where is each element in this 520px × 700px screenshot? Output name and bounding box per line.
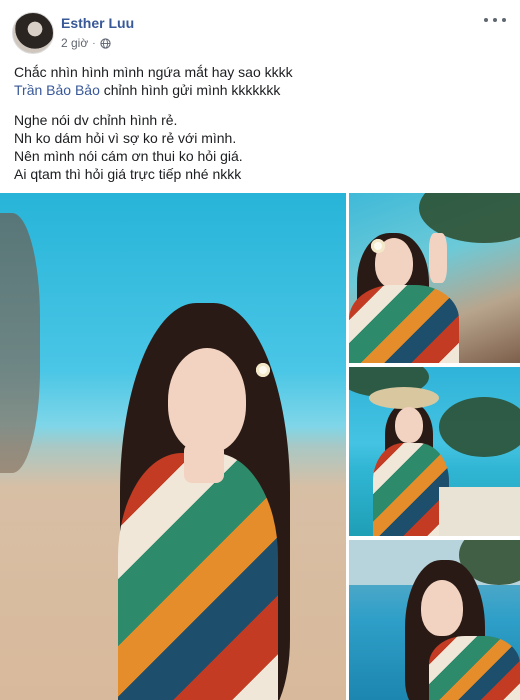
mention-link[interactable]: Trần Bảo Bảo [14, 82, 100, 98]
post-line: Nh ko dám hỏi vì sợ ko rẻ với mình. [14, 130, 237, 146]
photo-thumbnail[interactable] [349, 367, 520, 536]
photo-thumbnail[interactable] [349, 193, 520, 363]
meta-separator: · [92, 37, 96, 49]
photo-main[interactable] [0, 193, 346, 700]
post-line: Chắc nhìn hình mình ngứa mắt hay sao kkk… [14, 64, 293, 80]
author-avatar[interactable] [12, 12, 54, 54]
globe-icon[interactable] [99, 37, 111, 49]
post-line: Nên mình nói cám ơn thui ko hỏi giá. [14, 148, 243, 164]
post-line-rest: chỉnh hình gửi mình kkkkkkk [99, 82, 281, 98]
facebook-post: Esther Luu 2 giờ · Chắc nhìn hình mình n… [0, 0, 520, 700]
photo-thumbnail[interactable] [349, 540, 520, 700]
post-line: Trần Bảo Bảo chỉnh hình gửi mình kkkkkkk [14, 81, 504, 99]
post-timestamp[interactable]: 2 giờ [61, 36, 88, 50]
post-line: Ai qtam thì hỏi giá trực tiếp nhé nkkk [14, 166, 242, 182]
post-line: Nghe nói dv chỉnh hình rẻ. [14, 112, 178, 128]
author-name[interactable]: Esther Luu [61, 15, 134, 31]
post-text: Chắc nhìn hình mình ngứa mắt hay sao kkk… [14, 63, 504, 183]
more-icon[interactable] [484, 12, 506, 28]
photo-grid [0, 193, 520, 700]
post-meta: 2 giờ · [61, 36, 111, 50]
post-header: Esther Luu 2 giờ · [0, 0, 520, 60]
